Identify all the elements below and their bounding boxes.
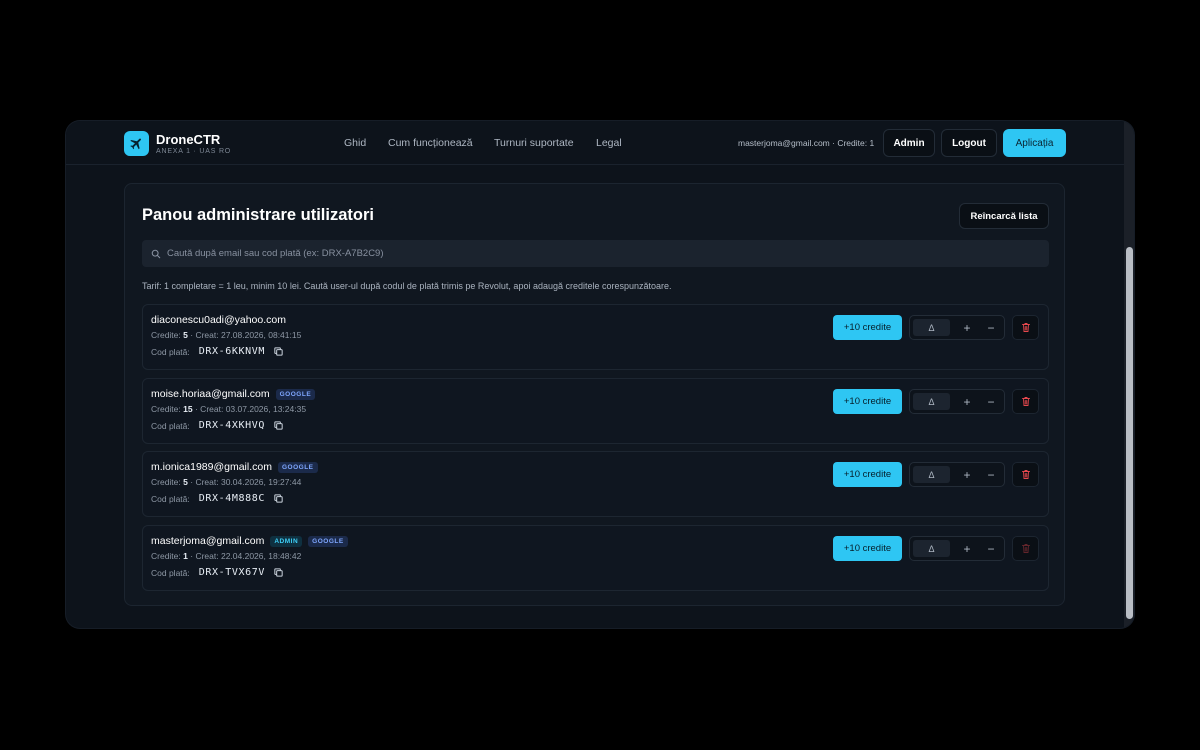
- trash-icon: [1021, 543, 1031, 554]
- credits-value: 1: [183, 551, 188, 561]
- delta-symbol: Δ: [928, 543, 935, 554]
- user-email: masterjoma@gmail.com: [151, 535, 265, 547]
- admin-badge: ADMIN: [270, 535, 303, 547]
- nav-link-how-it-works[interactable]: Cum funcționează: [388, 137, 473, 149]
- delete-user-button[interactable]: [1012, 462, 1039, 487]
- google-badge: GOOGLE: [277, 461, 318, 473]
- user-meta: Credite: 15 · Creat: 03.07.2026, 13:24:3…: [151, 404, 306, 414]
- credit-delta-input[interactable]: Δ: [913, 393, 950, 410]
- add-credits-button[interactable]: +10 credite: [833, 536, 902, 561]
- delete-user-button[interactable]: [1012, 315, 1039, 340]
- logout-button[interactable]: Logout: [941, 129, 997, 157]
- logo[interactable]: [124, 131, 149, 156]
- user-card: moise.horiaa@gmail.com GOOGLE Credite: 1…: [142, 378, 1049, 444]
- credit-delta-input[interactable]: Δ: [913, 319, 950, 336]
- increment-button[interactable]: +: [958, 392, 976, 411]
- increment-button[interactable]: +: [958, 539, 976, 558]
- decrement-button[interactable]: −: [982, 539, 1000, 558]
- google-badge: GOOGLE: [275, 388, 316, 400]
- scrollbar[interactable]: [1124, 121, 1134, 628]
- copy-icon[interactable]: [273, 420, 284, 431]
- user-meta: Credite: 1 · Creat: 22.04.2026, 18:48:42: [151, 551, 301, 561]
- payment-code-label: Cod plată:: [151, 567, 190, 578]
- credit-stepper: Δ + −: [909, 462, 1005, 487]
- payment-code-label: Cod plată:: [151, 493, 190, 504]
- created-label: · Creat:: [190, 477, 219, 487]
- reload-button[interactable]: Reîncarcă lista: [959, 203, 1049, 229]
- decrement-button[interactable]: −: [982, 392, 1000, 411]
- payment-code: DRX-4M888C: [198, 493, 265, 504]
- app-window: DroneCTR ANEXA 1 · UAS RO Ghid Cum funcț…: [66, 121, 1134, 628]
- scrollbar-thumb[interactable]: [1126, 247, 1133, 619]
- user-meta: Credite: 5 · Creat: 27.08.2026, 08:41:15: [151, 330, 301, 340]
- increment-button[interactable]: +: [958, 465, 976, 484]
- top-navbar: DroneCTR ANEXA 1 · UAS RO Ghid Cum funcț…: [66, 121, 1124, 165]
- credits-label: Credite:: [151, 477, 181, 487]
- app-button[interactable]: Aplicația: [1003, 129, 1066, 157]
- nav-link-legal[interactable]: Legal: [596, 137, 622, 149]
- add-credits-button[interactable]: +10 credite: [833, 315, 902, 340]
- created-value: 27.08.2026, 08:41:15: [220, 330, 302, 340]
- credit-stepper: Δ + −: [909, 536, 1005, 561]
- decrement-button[interactable]: −: [982, 465, 1000, 484]
- credits-label: Credite:: [151, 330, 181, 340]
- google-badge: GOOGLE: [308, 535, 348, 547]
- created-label: · Creat:: [190, 330, 219, 340]
- search-input[interactable]: [167, 248, 1027, 259]
- user-card: masterjoma@gmail.com ADMIN GOOGLE Credite…: [142, 525, 1049, 591]
- payment-code: DRX-4XKHVQ: [198, 420, 265, 431]
- delta-symbol: Δ: [928, 396, 935, 407]
- page-title: Panou administrare utilizatori: [142, 206, 374, 224]
- trash-icon: [1021, 469, 1031, 480]
- user-info: masterjoma@gmail.com · Credite: 1: [738, 138, 875, 148]
- credits-label: Credite:: [151, 551, 181, 561]
- copy-icon[interactable]: [273, 567, 284, 578]
- credits-value: 5: [183, 330, 188, 340]
- search-bar: [142, 240, 1049, 267]
- delete-user-button[interactable]: [1012, 389, 1039, 414]
- credits-label: Credite:: [151, 404, 181, 414]
- copy-icon[interactable]: [273, 346, 284, 357]
- decrement-button[interactable]: −: [982, 318, 1000, 337]
- credit-delta-input[interactable]: Δ: [913, 466, 950, 483]
- user-card: m.ionica1989@gmail.com GOOGLE Credite: 5…: [142, 451, 1049, 517]
- credit-delta-input[interactable]: Δ: [913, 540, 950, 557]
- payment-code: DRX-TVX67V: [198, 567, 265, 578]
- nav-link-towers[interactable]: Turnuri suportate: [494, 137, 574, 149]
- copy-icon[interactable]: [273, 493, 284, 504]
- created-label: · Creat:: [194, 404, 224, 414]
- credit-stepper: Δ + −: [909, 315, 1005, 340]
- created-value: 03.07.2026, 13:24:35: [225, 404, 307, 414]
- delta-symbol: Δ: [928, 469, 935, 480]
- trash-icon: [1021, 396, 1031, 407]
- delta-symbol: Δ: [928, 322, 935, 333]
- created-value: 22.04.2026, 18:48:42: [220, 551, 302, 561]
- add-credits-button[interactable]: +10 credite: [833, 462, 902, 487]
- created-value: 30.04.2026, 19:27:44: [220, 477, 302, 487]
- tariff-note: Tarif: 1 completare = 1 leu, minim 10 le…: [142, 281, 672, 291]
- user-email: moise.horiaa@gmail.com: [151, 388, 270, 400]
- nav-link-ghid[interactable]: Ghid: [344, 137, 366, 149]
- search-icon: [151, 249, 161, 258]
- credits-value: 15: [183, 404, 193, 414]
- admin-panel: Panou administrare utilizatori Reîncarcă…: [124, 183, 1065, 606]
- user-email: m.ionica1989@gmail.com: [151, 461, 272, 473]
- add-credits-button[interactable]: +10 credite: [833, 389, 902, 414]
- increment-button[interactable]: +: [958, 318, 976, 337]
- payment-code-label: Cod plată:: [151, 346, 190, 357]
- user-card: diaconescu0adi@yahoo.com Credite: 5 · Cr…: [142, 304, 1049, 370]
- user-meta: Credite: 5 · Creat: 30.04.2026, 19:27:44: [151, 477, 301, 487]
- created-label: · Creat:: [190, 551, 219, 561]
- credits-value: 5: [183, 477, 188, 487]
- brand-name: DroneCTR: [156, 132, 221, 147]
- trash-icon: [1021, 322, 1031, 333]
- credit-stepper: Δ + −: [909, 389, 1005, 414]
- user-email: diaconescu0adi@yahoo.com: [151, 314, 286, 326]
- plane-icon: [130, 138, 141, 150]
- payment-code: DRX-6KKNVM: [198, 346, 265, 357]
- payment-code-label: Cod plată:: [151, 420, 190, 431]
- delete-user-button[interactable]: [1012, 536, 1039, 561]
- brand-subtitle: ANEXA 1 · UAS RO: [156, 148, 232, 155]
- admin-button[interactable]: Admin: [883, 129, 935, 157]
